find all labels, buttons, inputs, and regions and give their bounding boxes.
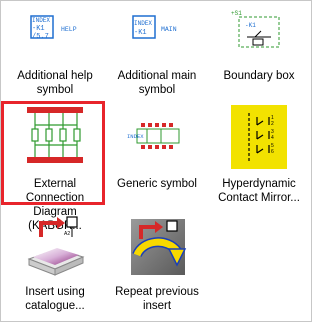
item-label: Additional main symbol — [117, 70, 197, 96]
svg-text:2: 2 — [271, 121, 274, 127]
insert-using-catalogue-icon: A2 — [27, 216, 85, 276]
item-generic-symbol[interactable]: INDEX Generic symbol — [107, 105, 207, 209]
additional-main-symbol-icon: INDEX -K1 MAIN — [132, 15, 177, 39]
svg-text:-K1: -K1 — [245, 22, 256, 29]
item-boundary-box[interactable]: +S1 -K1 Boundary box — [209, 3, 309, 107]
svg-text:+S1: +S1 — [231, 10, 242, 17]
item-hyperdynamic-contact-mirror[interactable]: 135 246 Hyperdynamic Contact Mirror... — [209, 105, 309, 209]
repeat-previous-insert-icon — [131, 219, 187, 275]
svg-text:HELP: HELP — [61, 26, 77, 33]
boundary-box-icon: +S1 -K1 — [231, 10, 280, 48]
svg-text:-K1: -K1 — [134, 29, 147, 37]
item-additional-help-symbol[interactable]: INDEX -K1 /5.7 HELP Additional help symb… — [5, 3, 105, 107]
svg-text:INDEX: INDEX — [134, 20, 152, 27]
external-connection-diagram-icon — [27, 107, 83, 163]
symbol-gallery: INDEX -K1 /5.7 HELP Additional help symb… — [0, 0, 312, 322]
item-label: Generic symbol — [117, 178, 197, 190]
generic-symbol-icon: INDEX — [127, 123, 180, 149]
additional-help-symbol-icon: INDEX -K1 /5.7 HELP — [30, 15, 77, 41]
svg-text:-K1: -K1 — [32, 25, 45, 33]
svg-text:INDEX: INDEX — [32, 17, 50, 24]
svg-text:6: 6 — [271, 149, 274, 155]
item-label: Boundary box — [223, 70, 295, 82]
svg-text:4: 4 — [271, 135, 274, 141]
svg-text:A2: A2 — [64, 231, 70, 237]
item-label: Repeat previous insert — [115, 286, 199, 312]
item-label: Additional help symbol — [17, 70, 93, 96]
item-label: Hyperdynamic Contact Mirror... — [218, 178, 300, 204]
item-insert-using-catalogue[interactable]: A2 Insert using catalogue... — [5, 215, 105, 319]
svg-text:INDEX: INDEX — [127, 133, 144, 140]
svg-text:MAIN: MAIN — [161, 26, 177, 33]
svg-text:/5.7: /5.7 — [32, 33, 49, 41]
hyperdynamic-contact-mirror-icon: 135 246 — [231, 105, 287, 169]
item-label: Insert using catalogue... — [25, 286, 85, 312]
item-repeat-previous-insert[interactable]: Repeat previous insert — [107, 215, 207, 319]
item-external-connection-diagram[interactable]: External Connection Diagram (KABGR... — [1, 101, 105, 232]
item-additional-main-symbol[interactable]: INDEX -K1 MAIN Additional main symbol — [107, 3, 207, 107]
